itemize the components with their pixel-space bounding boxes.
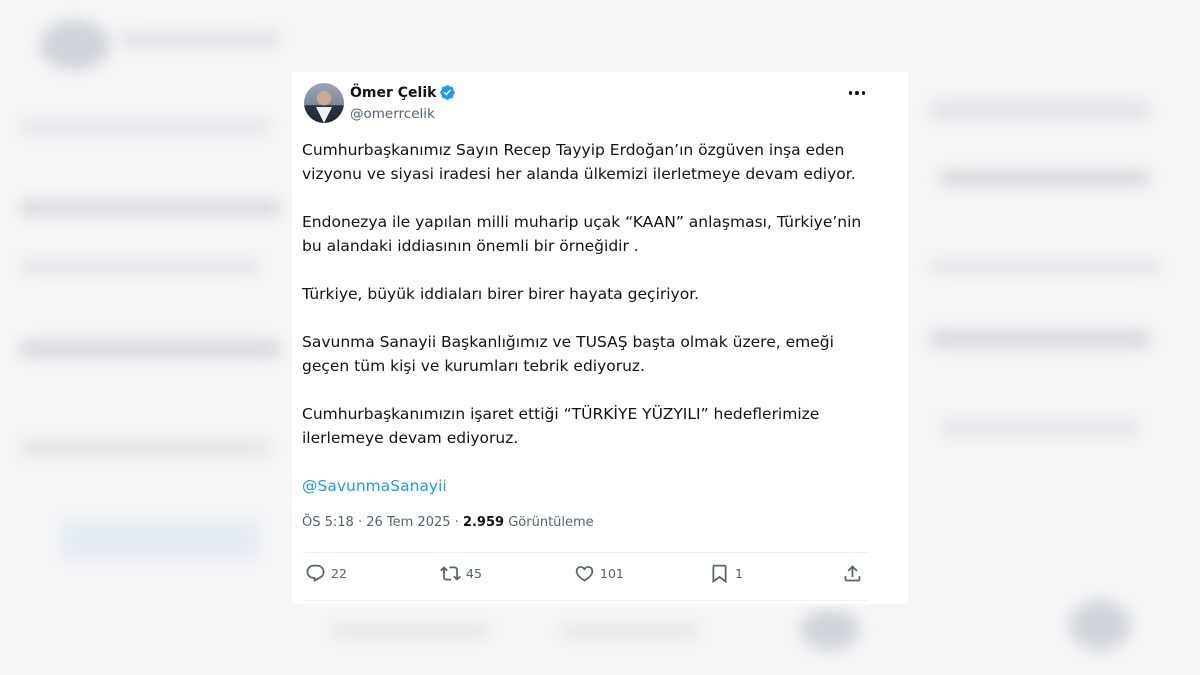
tweet-meta: ÖS 5:18 · 26 Tem 2025 · 2.959 Görüntülem… bbox=[302, 515, 594, 530]
repost-count: 45 bbox=[466, 566, 482, 581]
like-count: 101 bbox=[600, 566, 624, 581]
repost-button[interactable]: 45 bbox=[440, 563, 482, 584]
bookmark-count: 1 bbox=[735, 566, 743, 581]
tweet-paragraph: Cumhurbaşkanımız Sayın Recep Tayyip Erdo… bbox=[302, 141, 856, 183]
author-name-row: Ömer Çelik bbox=[350, 84, 456, 101]
share-button[interactable] bbox=[842, 563, 863, 584]
verified-icon bbox=[440, 85, 456, 100]
share-icon bbox=[844, 565, 861, 582]
reply-icon bbox=[306, 564, 325, 582]
reply-count: 22 bbox=[331, 566, 347, 581]
bookmark-button[interactable]: 1 bbox=[709, 563, 743, 584]
mention-link[interactable]: @SavunmaSanayii bbox=[302, 477, 447, 495]
more-icon[interactable] bbox=[846, 84, 868, 102]
meta-separator: · bbox=[357, 515, 363, 530]
views-label: Görüntüleme bbox=[508, 515, 594, 530]
tweet-date[interactable]: 26 Tem 2025 bbox=[366, 515, 450, 530]
reply-button[interactable]: 22 bbox=[305, 563, 347, 584]
tweet-paragraph: Türkiye, büyük iddiaları birer birer hay… bbox=[302, 285, 700, 303]
meta-separator: · bbox=[454, 515, 459, 530]
tweet-paragraph: Savunma Sanayii Başkanlığımız ve TUSAŞ b… bbox=[302, 333, 834, 375]
bookmark-icon bbox=[712, 564, 727, 584]
divider bbox=[302, 552, 868, 553]
tweet-paragraph: Endonezya ile yapılan milli muharip uçak… bbox=[302, 213, 862, 255]
action-bar: 22 45 101 1 bbox=[302, 563, 868, 589]
like-button[interactable]: 101 bbox=[574, 563, 624, 584]
tweet-card: Ömer Çelik @omerrcelik Cumhurbaşkanımız … bbox=[292, 72, 908, 604]
views-count: 2.959 bbox=[462, 515, 505, 530]
author-handle[interactable]: @omerrcelik bbox=[350, 106, 435, 122]
repost-icon bbox=[440, 566, 461, 581]
author-name[interactable]: Ömer Çelik bbox=[350, 85, 436, 101]
divider bbox=[302, 600, 868, 601]
tweet-text: Cumhurbaşkanımız Sayın Recep Tayyip Erdo… bbox=[302, 138, 862, 522]
like-icon bbox=[575, 566, 594, 582]
tweet-paragraph: Cumhurbaşkanımızın işaret ettiği “TÜRKİY… bbox=[302, 405, 820, 447]
avatar[interactable] bbox=[304, 83, 344, 123]
tweet-time[interactable]: ÖS 5:18 bbox=[302, 515, 354, 530]
